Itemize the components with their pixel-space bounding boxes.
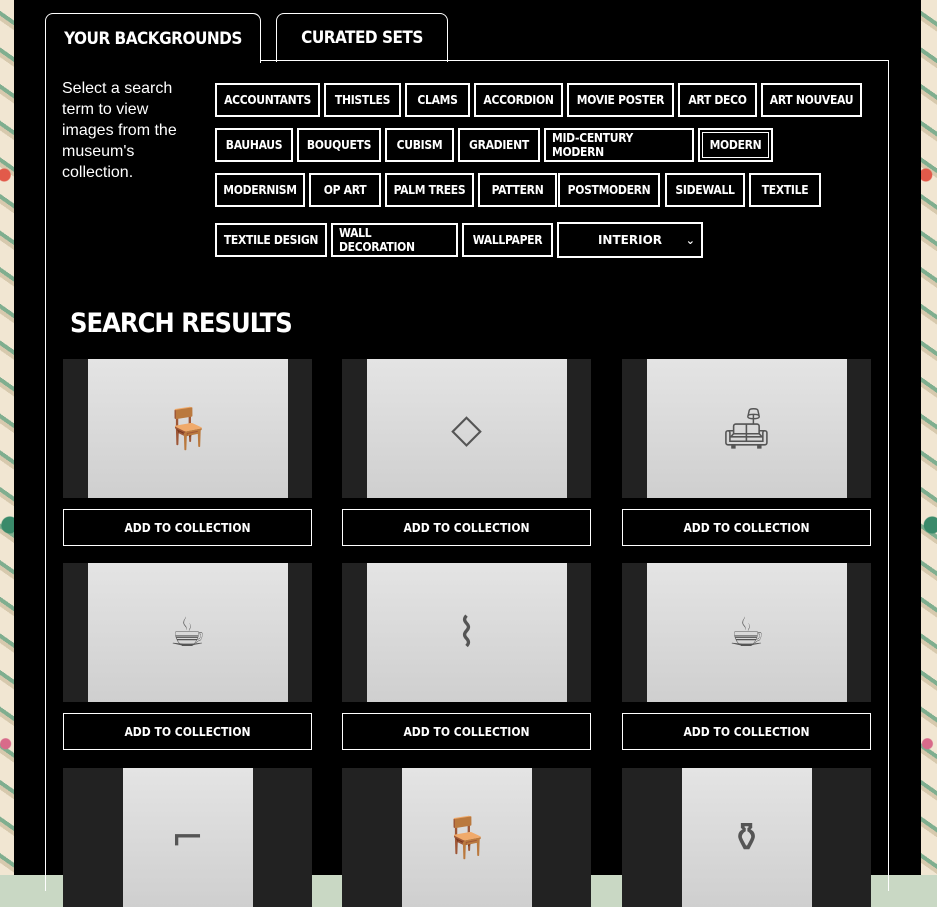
result-image[interactable]: 🪑 [63, 359, 312, 498]
term-pattern[interactable]: Pattern [478, 173, 557, 207]
result-card: ⌇ Add to Collection [342, 563, 591, 750]
term-op-art[interactable]: Op Art [309, 173, 381, 207]
term-thistles[interactable]: Thistles [324, 83, 401, 117]
term-gradient[interactable]: Gradient [458, 128, 540, 162]
floor-lamp-icon: ⌐ [122, 768, 253, 907]
term-clams[interactable]: Clams [405, 83, 470, 117]
tea-set-icon: ☕ [87, 563, 288, 702]
tea-set-icon: ☕ [646, 563, 847, 702]
result-image[interactable]: ◇ [342, 359, 591, 498]
category-select-value: Interior [597, 233, 663, 247]
result-card: ☕ Add to Collection [63, 563, 312, 750]
term-bouquets[interactable]: Bouquets [297, 128, 381, 162]
result-card: 🛋 Add to Collection [622, 359, 871, 546]
result-image[interactable]: 🛋 [622, 359, 871, 498]
result-image[interactable]: ⌐ [63, 768, 312, 907]
app-page: Your Backgrounds Curated Sets Select a s… [14, 0, 921, 907]
result-image[interactable]: ☕ [63, 563, 312, 702]
term-textile-design[interactable]: Textile Design [215, 223, 327, 257]
wallpaper-border-left [0, 0, 14, 875]
add-to-collection-button[interactable]: Add to Collection [63, 713, 312, 750]
add-to-collection-button[interactable]: Add to Collection [622, 509, 871, 546]
add-to-collection-button[interactable]: Add to Collection [63, 509, 312, 546]
term-modernism[interactable]: Modernism [215, 173, 305, 207]
tab-curated-sets[interactable]: Curated Sets [276, 13, 448, 62]
add-to-collection-button[interactable]: Add to Collection [622, 713, 871, 750]
term-movie-poster[interactable]: Movie Poster [567, 83, 674, 117]
result-card: ◇ Add to Collection [342, 359, 591, 546]
lamp-icon: 🛋 [646, 359, 847, 498]
term-palm-trees[interactable]: Palm Trees [385, 173, 474, 207]
lounge-chair-icon: ⌇ [366, 563, 567, 702]
term-textile[interactable]: Textile [749, 173, 821, 207]
result-card: ⚱ [622, 768, 871, 907]
chevron-down-icon: ⌄ [685, 234, 695, 247]
add-to-collection-button[interactable]: Add to Collection [342, 713, 591, 750]
result-image[interactable]: ☕ [622, 563, 871, 702]
term-sidewall[interactable]: Sidewall [665, 173, 745, 207]
tab-your-backgrounds[interactable]: Your Backgrounds [45, 13, 261, 63]
add-to-collection-button[interactable]: Add to Collection [342, 509, 591, 546]
result-card: ☕ Add to Collection [622, 563, 871, 750]
chair-icon: 🪑 [87, 359, 288, 498]
term-art-deco[interactable]: Art Deco [678, 83, 757, 117]
term-bauhaus[interactable]: Bauhaus [215, 128, 293, 162]
term-accountants[interactable]: Accountants [215, 83, 320, 117]
term-modern[interactable]: Modern [698, 128, 773, 162]
wallpaper-border-right [921, 0, 937, 875]
term-postmodern[interactable]: Postmodern [558, 173, 660, 207]
term-cubism[interactable]: Cubism [385, 128, 454, 162]
category-select[interactable]: Interior ⌄ [557, 222, 703, 258]
term-accordion[interactable]: Accordion [474, 83, 563, 117]
term-wallpaper[interactable]: Wallpaper [462, 223, 553, 257]
chair-icon: 🪑 [401, 768, 532, 907]
search-results-title: Search Results [70, 308, 293, 339]
result-card: 🪑 [342, 768, 591, 907]
result-image[interactable]: 🪑 [342, 768, 591, 907]
result-card: 🪑 Add to Collection [63, 359, 312, 546]
term-wall-decoration[interactable]: Wall Decoration [331, 223, 458, 257]
result-card: ⌐ [63, 768, 312, 907]
result-image[interactable]: ⌇ [342, 563, 591, 702]
tray-icon: ◇ [366, 359, 567, 498]
pitcher-icon: ⚱ [681, 768, 812, 907]
result-image[interactable]: ⚱ [622, 768, 871, 907]
intro-text: Select a search term to view images from… [62, 80, 177, 181]
term-art-nouveau[interactable]: Art Nouveau [761, 83, 862, 117]
term-mid-century-modern[interactable]: Mid-Century Modern [544, 128, 694, 162]
